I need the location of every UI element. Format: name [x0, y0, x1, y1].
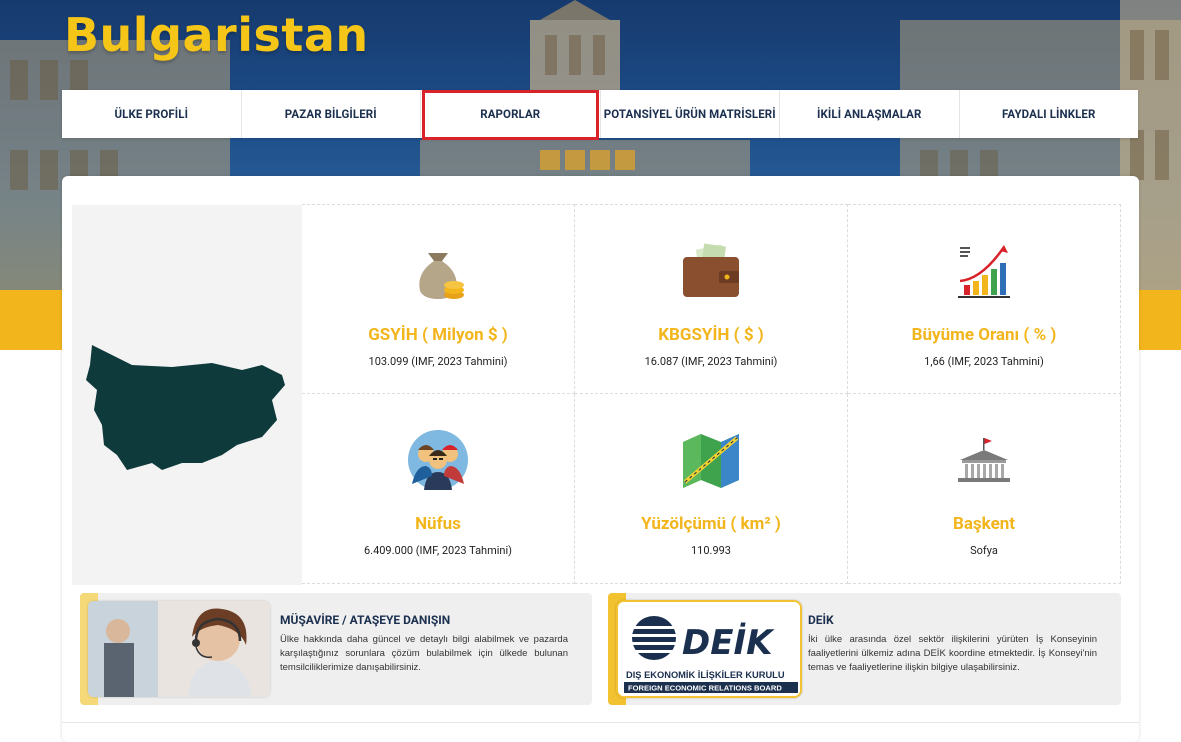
growth-chart-icon [958, 245, 1010, 298]
country-nav: ÜLKE PROFİLİ PAZAR BİLGİLERİ RAPORLAR PO… [62, 90, 1139, 140]
wallet-icon [683, 243, 739, 297]
stat-growth-rate: Büyüme Oranı ( % ) 1,66 (IMF, 2023 Tahmi… [848, 204, 1121, 394]
card-bottom-divider [62, 722, 1139, 723]
stat-capital: Başkent Sofya [848, 394, 1121, 584]
stat-value: Sofya [970, 544, 998, 557]
deik-info-box[interactable]: DEİK DIŞ EKONOMİK İLİŞKİLER KURULU FOREI… [608, 593, 1121, 705]
stat-gdp-per-capita: KBGSYİH ( $ ) 16.087 (IMF, 2023 Tahmini) [575, 204, 848, 394]
nav-tab-reports[interactable]: RAPORLAR [421, 90, 601, 140]
stats-grid: GSYİH ( Milyon $ ) 103.099 (IMF, 2023 Ta… [302, 204, 1122, 584]
stat-value: 6.409.000 (IMF, 2023 Tahmini) [363, 544, 513, 557]
country-title: Bulgaristan [64, 8, 369, 62]
nav-tab-country-profile[interactable]: ÜLKE PROFİLİ [62, 90, 242, 138]
deik-logo-line1: DIŞ EKONOMİK İLİŞKİLER KURULU [626, 670, 785, 680]
info-title: DEİK [808, 613, 834, 627]
deik-wordmark: DEİK [682, 622, 775, 663]
stat-label: GSYİH ( Milyon $ ) [368, 325, 508, 345]
stat-label: Büyüme Oranı ( % ) [911, 325, 1057, 345]
nav-tab-market-info[interactable]: PAZAR BİLGİLERİ [242, 90, 421, 138]
country-map-panel [72, 205, 302, 585]
stat-population: Nüfus 6.409.000 (IMF, 2023 Tahmini) [302, 394, 575, 584]
stat-value: 16.087 (IMF, 2023 Tahmini) [644, 355, 778, 368]
money-bag-icon [419, 253, 464, 299]
info-description: İki ülke arasında özel sektör ilişkileri… [808, 634, 1097, 673]
capitol-icon [958, 438, 1010, 482]
stat-label: Nüfus [415, 514, 461, 534]
stat-label: KBGSYİH ( $ ) [658, 325, 764, 345]
deik-logo: DEİK DIŞ EKONOMİK İLİŞKİLER KURULU FOREI… [616, 600, 802, 698]
population-icon [408, 430, 468, 490]
stat-label: Başkent [952, 514, 1016, 534]
stat-label: Yüzölçümü ( km² ) [641, 514, 781, 534]
stat-value: 110.993 [691, 544, 731, 557]
map-icon [683, 434, 739, 488]
map-shape [86, 345, 285, 470]
nav-tab-useful-links[interactable]: FAYDALI LİNKLER [960, 90, 1139, 138]
call-center-photo [88, 601, 270, 697]
stat-gdp: GSYİH ( Milyon $ ) 103.099 (IMF, 2023 Ta… [302, 204, 575, 394]
stat-area: Yüzölçümü ( km² ) 110.993 [575, 394, 848, 584]
deik-logo-line2: FOREIGN ECONOMIC RELATIONS BOARD [628, 684, 782, 693]
info-description: Ülke hakkında daha güncel ve detaylı bil… [280, 634, 568, 673]
nav-tab-bilateral-agreements[interactable]: İKİLİ ANLAŞMALAR [780, 90, 960, 138]
stat-value: 103.099 (IMF, 2023 Tahmini) [368, 355, 508, 368]
consultant-info-box[interactable]: MÜŞAVİRE / ATAŞEYE DANIŞIN Ülke hakkında… [80, 593, 592, 705]
nav-tab-product-matrices[interactable]: POTANSİYEL ÜRÜN MATRİSLERİ [601, 90, 780, 138]
info-title: MÜŞAVİRE / ATAŞEYE DANIŞIN [280, 613, 451, 627]
deik-globe-logo: DEİK DIŞ EKONOMİK İLİŞKİLER KURULU FOREI… [618, 602, 800, 696]
stat-value: 1,66 (IMF, 2023 Tahmini) [924, 355, 1044, 368]
headset-agent-illustration [88, 601, 270, 697]
bulgaria-map-icon [86, 345, 285, 470]
